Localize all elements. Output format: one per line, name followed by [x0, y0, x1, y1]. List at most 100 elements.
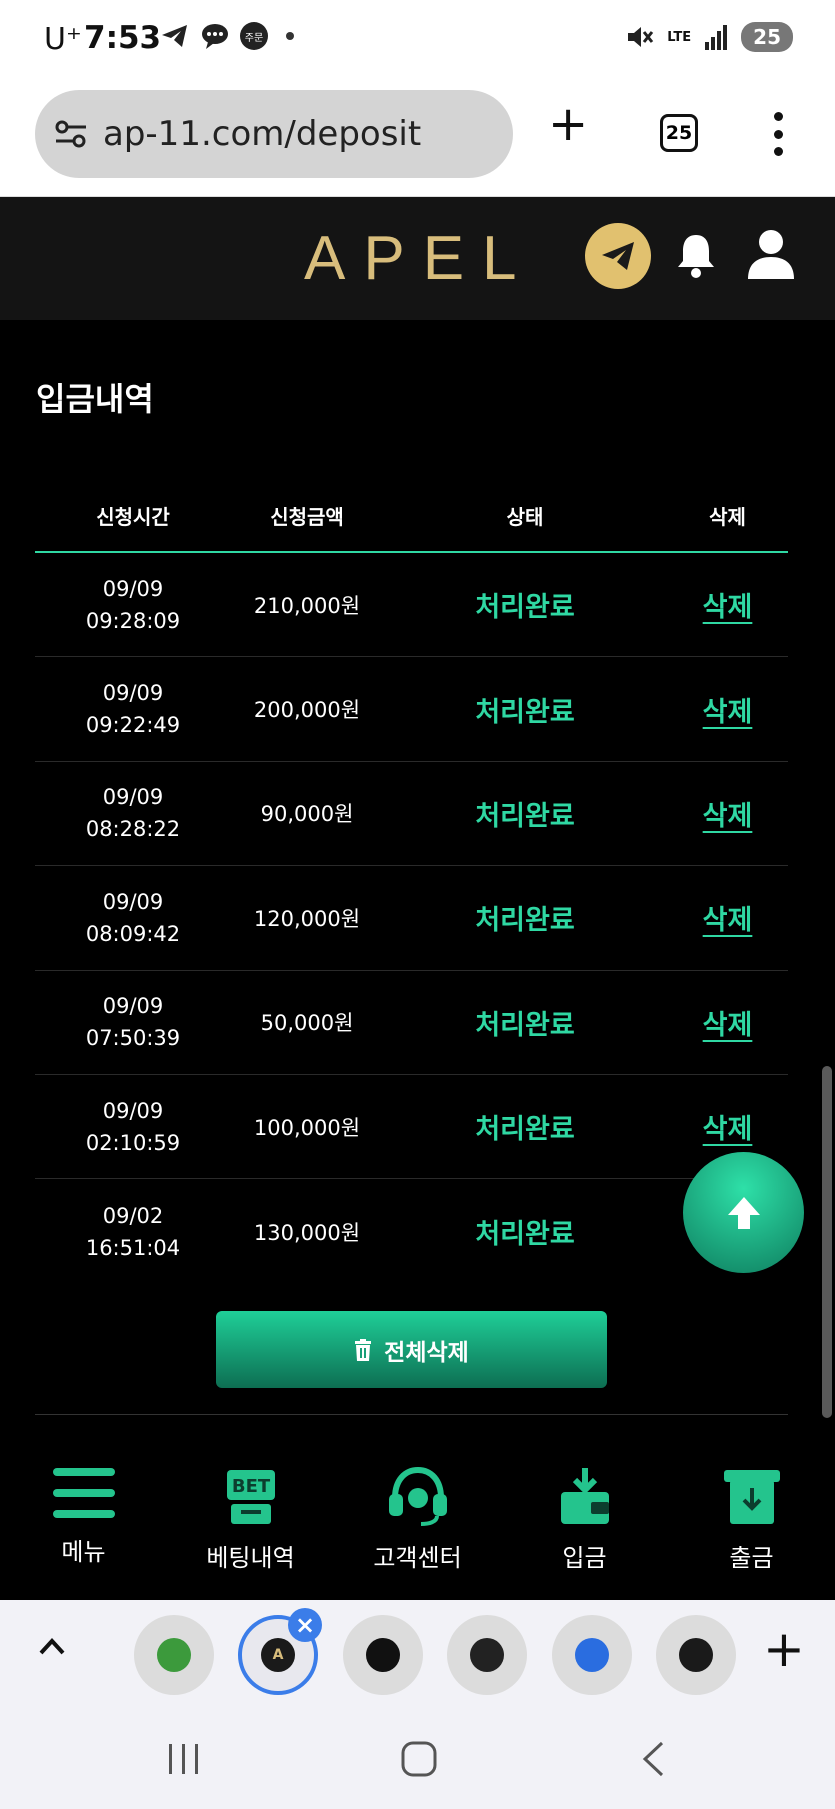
page-title: 입금내역 [36, 380, 154, 418]
request-clock: 07:50:39 [85, 1026, 181, 1051]
request-clock: 08:09:42 [85, 921, 181, 946]
scroll-to-top-button[interactable] [683, 1152, 804, 1273]
browser-menu-icon[interactable] [772, 112, 784, 156]
request-time: 09/09 09:22:49 [35, 677, 231, 741]
request-time: 09/09 08:09:42 [35, 886, 231, 950]
svg-text:BET: BET [231, 1476, 270, 1497]
site-header: APEL [0, 197, 835, 320]
delete-link[interactable]: 삭제 [703, 801, 753, 832]
nav-label: 메뉴 [61, 1538, 106, 1566]
telegram-notification-icon [162, 25, 187, 47]
status-badge: 처리완료 [475, 800, 575, 832]
request-time: 09/09 09:28:09 [35, 573, 231, 637]
p-favicon-icon [575, 1638, 609, 1672]
url-text[interactable]: ap-11.com/deposit [103, 114, 421, 154]
tv-favicon-icon [470, 1638, 504, 1672]
browser-tab-strip: A × + [0, 1600, 835, 1710]
apel-favicon-icon [679, 1638, 713, 1672]
order-notification-icon: 주문 [240, 22, 268, 50]
user-icon[interactable] [746, 227, 796, 281]
trash-icon [355, 1338, 372, 1361]
browser-tab[interactable] [552, 1615, 632, 1695]
request-date: 09/09 [102, 785, 164, 810]
back-icon[interactable] [640, 1740, 666, 1778]
site-logo[interactable]: APEL [304, 223, 535, 294]
request-time: 09/09 02:10:59 [35, 1095, 231, 1159]
telegram-icon [602, 242, 634, 270]
request-clock: 09:28:09 [85, 608, 181, 633]
request-time: 09/09 08:28:22 [35, 781, 231, 845]
more-notifications-dot [286, 32, 294, 40]
status-bar: U⁺ 7:53 주문 LTE 25 [0, 0, 835, 82]
request-amount: 200,000원 [253, 698, 361, 723]
recent-apps-icon[interactable] [166, 1742, 202, 1776]
status-badge: 처리완료 [475, 905, 575, 937]
home-icon[interactable] [400, 1740, 438, 1778]
carrier-label: U⁺ [44, 22, 82, 57]
nav-label: 고객센터 [373, 1544, 462, 1572]
delete-link[interactable]: 삭제 [703, 697, 753, 728]
browser-tab[interactable] [134, 1615, 214, 1695]
network-type-label: LTE [667, 29, 692, 45]
request-amount: 120,000원 [253, 906, 361, 931]
deposit-history-section: 입금내역 신청시간 신청금액 상태 삭제 09/09 09:28:09 210,0… [0, 320, 835, 1600]
request-date: 09/09 [102, 681, 164, 706]
message-notification-icon [202, 24, 228, 49]
request-clock: 02:10:59 [85, 1130, 181, 1155]
table-row: 09/09 07:50:39 50,000원 처리완료 삭제 [35, 971, 788, 1075]
table-row: 09/09 02:10:59 100,000원 처리완료 삭제 [35, 1075, 788, 1180]
system-navigation-bar [0, 1710, 835, 1809]
notification-icons: 주문 [160, 22, 294, 50]
status-badge: 처리완료 [475, 1114, 575, 1146]
request-time: 09/09 07:50:39 [35, 990, 231, 1054]
request-date: 09/02 [102, 1203, 164, 1228]
delete-link[interactable]: 삭제 [703, 1114, 753, 1145]
headset-icon [388, 1466, 447, 1526]
scrollbar-thumb[interactable] [822, 1066, 832, 1418]
tab-switcher-button[interactable]: 25 [660, 114, 698, 152]
delete-link[interactable]: 삭제 [703, 905, 753, 936]
table-row: 09/09 08:28:22 90,000원 처리완료 삭제 [35, 762, 788, 867]
bell-icon[interactable] [674, 231, 718, 279]
address-bar[interactable]: ap-11.com/deposit [35, 90, 513, 178]
new-tab-button[interactable]: + [548, 100, 588, 148]
bottom-navigation: 메뉴 BET 베팅내역 고객센터 입금 출금 [0, 1440, 835, 1600]
browser-tab[interactable] [447, 1615, 527, 1695]
telegram-button[interactable] [585, 223, 651, 289]
status-badge: 처리완료 [475, 1219, 575, 1251]
mute-icon [628, 27, 654, 47]
page: U⁺ 7:53 주문 LTE 25 ap-11.com/deposit + 25 [0, 0, 835, 1809]
column-header-delete: 삭제 [709, 505, 746, 529]
nav-menu[interactable]: 메뉴 [0, 1440, 167, 1600]
bet-icon: BET [226, 1470, 275, 1524]
column-header-amount: 신청금액 [270, 505, 344, 529]
delete-all-button[interactable]: 전체삭제 [216, 1311, 607, 1388]
dragon-favicon-icon [157, 1638, 191, 1672]
column-header-request-time: 신청시간 [96, 505, 170, 529]
browser-tab[interactable] [656, 1615, 736, 1695]
delete-link[interactable]: 삭제 [703, 1010, 753, 1041]
request-clock: 09:22:49 [85, 713, 181, 738]
nav-bet-history[interactable]: BET 베팅내역 [167, 1440, 334, 1600]
request-amount: 210,000원 [253, 593, 361, 618]
request-amount: 130,000원 [253, 1220, 361, 1245]
request-date: 09/09 [102, 576, 164, 601]
deposit-icon [560, 1468, 609, 1524]
system-status-icons: LTE 25 [625, 22, 793, 52]
site-settings-icon[interactable] [53, 118, 89, 150]
globe-favicon-icon [366, 1638, 400, 1672]
nav-deposit[interactable]: 입금 [501, 1440, 668, 1600]
browser-tab[interactable] [343, 1615, 423, 1695]
nav-withdraw[interactable]: 출금 [668, 1440, 835, 1600]
battery-indicator: 25 [741, 22, 793, 52]
apel-favicon-icon: A [261, 1638, 295, 1672]
arrow-up-icon [727, 1196, 760, 1229]
chevron-up-icon[interactable] [38, 1636, 66, 1656]
nav-label: 입금 [562, 1544, 607, 1572]
close-tab-icon[interactable]: × [288, 1608, 322, 1642]
browser-toolbar: ap-11.com/deposit + 25 [0, 82, 835, 197]
add-tab-button[interactable]: + [763, 1624, 805, 1674]
column-header-status: 상태 [506, 505, 544, 529]
delete-link[interactable]: 삭제 [703, 592, 753, 623]
nav-customer-center[interactable]: 고객센터 [334, 1440, 501, 1600]
